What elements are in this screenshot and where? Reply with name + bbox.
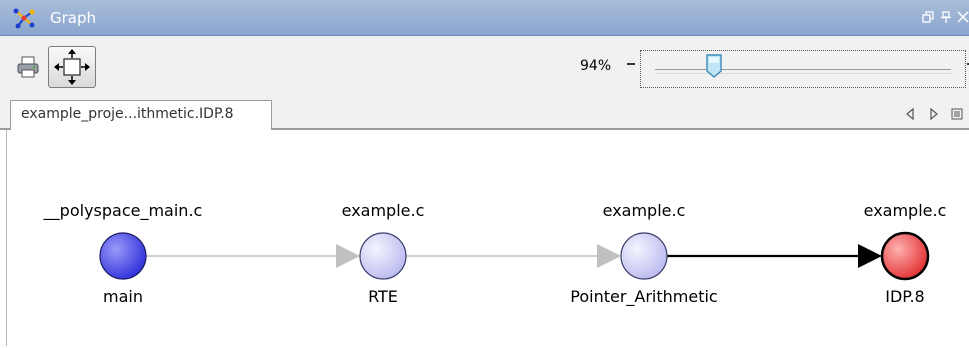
- graph-window: Graph 94% example_proje...ithmetic.IDP.8…: [0, 0, 969, 348]
- printer-icon[interactable]: [16, 56, 40, 78]
- close-icon[interactable]: [957, 11, 969, 23]
- zoom-value: 94%: [580, 58, 612, 74]
- tab-bar: example_proje...ithmetic.IDP.8: [0, 98, 969, 130]
- scroll-left-icon[interactable]: [904, 108, 916, 120]
- pin-icon[interactable]: [940, 11, 952, 23]
- graph-node-name-label: main: [103, 287, 143, 306]
- graph-node-main[interactable]: [99, 232, 147, 280]
- toolbar: 94%: [0, 36, 969, 98]
- graph-node-name-label: RTE: [368, 287, 398, 306]
- graph-edge-arrowhead: [336, 244, 360, 268]
- zoom-slider[interactable]: [627, 50, 969, 88]
- graph-drawing: [99, 231, 930, 281]
- graph-app-icon: [13, 8, 35, 29]
- graph-node-file-label: example.c: [341, 201, 425, 220]
- graph-edge-arrowhead: [858, 244, 882, 268]
- slider-track: [655, 69, 951, 74]
- tab-graph-view[interactable]: example_proje...ithmetic.IDP.8: [10, 100, 272, 130]
- graph-edge-arrowhead: [597, 244, 621, 268]
- window-title: Graph: [50, 9, 97, 27]
- graph-node-file-label: __polyspace_main.c: [43, 201, 203, 220]
- graph-node-name-label: Pointer_Arithmetic: [570, 287, 718, 306]
- title-bar: Graph: [0, 0, 969, 36]
- restore-icon[interactable]: [922, 11, 934, 23]
- slider-thumb[interactable]: [705, 53, 723, 79]
- slider-min-tick: [627, 63, 635, 65]
- scroll-right-icon[interactable]: [928, 108, 940, 120]
- fit-to-window-button[interactable]: [48, 46, 96, 88]
- graph-node-rte[interactable]: [359, 232, 407, 280]
- graph-node-pointer-arithmetic[interactable]: [620, 232, 668, 280]
- tab-list-icon[interactable]: [951, 108, 963, 120]
- graph-canvas[interactable]: __polyspace_main.cmain example.c RTE exampl…: [6, 130, 963, 346]
- graph-node-idp-8[interactable]: [880, 231, 930, 281]
- graph-node-file-label: example.c: [602, 201, 686, 220]
- fit-to-window-icon: [54, 49, 90, 85]
- graph-node-name-label: IDP.8: [885, 287, 925, 306]
- graph-node-file-label: example.c: [863, 201, 947, 220]
